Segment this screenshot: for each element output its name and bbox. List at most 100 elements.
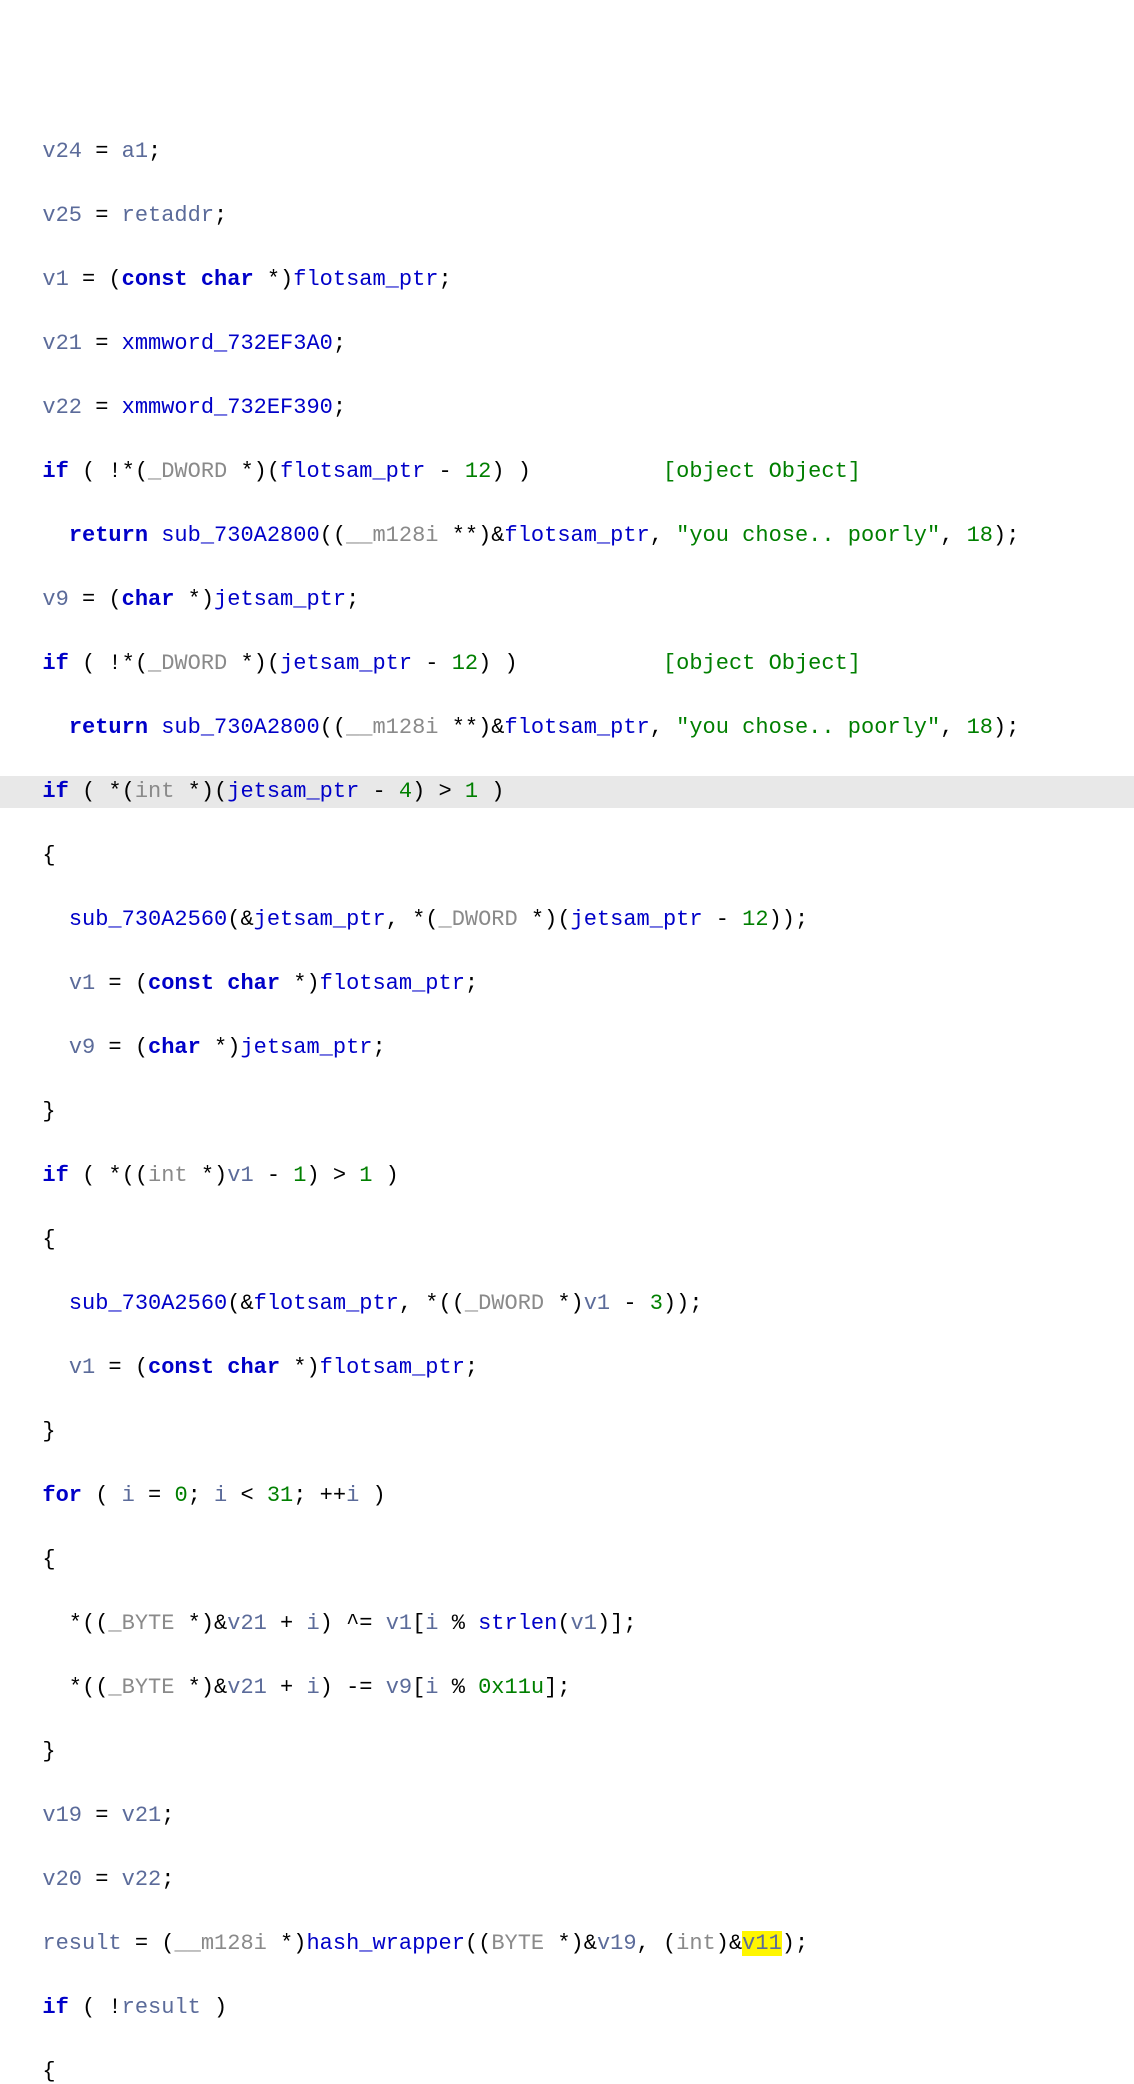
- type-cast: _DWORD: [148, 459, 227, 484]
- number-literal: 18: [967, 523, 993, 548]
- function-call: sub_730A2800: [161, 523, 319, 548]
- comment: [object Object]: [663, 651, 861, 676]
- number-literal: 12: [465, 459, 491, 484]
- identifier: jetsam_ptr: [214, 587, 346, 612]
- identifier: v21: [42, 331, 82, 356]
- identifier: jetsam_ptr: [571, 907, 703, 932]
- identifier: v9: [386, 1675, 412, 1700]
- keyword: const: [148, 1355, 214, 1380]
- identifier: jetsam_ptr: [240, 1035, 372, 1060]
- identifier: flotsam_ptr: [293, 267, 438, 292]
- identifier: flotsam_ptr: [505, 715, 650, 740]
- code-line[interactable]: sub_730A2560(&jetsam_ptr, *(_DWORD *)(je…: [0, 904, 1134, 936]
- code-line[interactable]: v1 = (const char *)flotsam_ptr;: [0, 1352, 1134, 1384]
- code-line-selected[interactable]: if ( *(int *)(jetsam_ptr - 4) > 1 ): [0, 776, 1134, 808]
- code-line[interactable]: v19 = v21;: [0, 1800, 1134, 1832]
- code-line[interactable]: *((_BYTE *)&v21 + i) ^= v1[i % strlen(v1…: [0, 1608, 1134, 1640]
- code-line[interactable]: if ( !result ): [0, 1992, 1134, 2024]
- type-cast: BYTE: [491, 1931, 544, 1956]
- keyword: char: [227, 971, 280, 996]
- identifier: v1: [584, 1291, 610, 1316]
- type-cast: int: [148, 1163, 188, 1188]
- keyword: return: [69, 715, 148, 740]
- number-literal: 3: [650, 1291, 663, 1316]
- keyword: char: [148, 1035, 201, 1060]
- identifier: v19: [42, 1803, 82, 1828]
- code-line[interactable]: if ( !*(_DWORD *)(jetsam_ptr - 12) ) [ob…: [0, 648, 1134, 680]
- identifier: i: [425, 1611, 438, 1636]
- identifier: a1: [122, 139, 148, 164]
- type-cast: int: [676, 1931, 716, 1956]
- comment: [object Object]: [663, 459, 861, 484]
- number-literal: 18: [967, 715, 993, 740]
- keyword: if: [42, 1163, 68, 1188]
- code-line[interactable]: return sub_730A2800((__m128i **)&flotsam…: [0, 520, 1134, 552]
- number-literal: 0: [174, 1483, 187, 1508]
- number-literal: 4: [399, 779, 412, 804]
- code-line[interactable]: }: [0, 1736, 1134, 1768]
- number-literal: 12: [742, 907, 768, 932]
- keyword: if: [42, 779, 68, 804]
- type-cast: _BYTE: [108, 1611, 174, 1636]
- identifier: i: [306, 1675, 319, 1700]
- string-literal: "you chose.. poorly": [676, 523, 940, 548]
- identifier: flotsam_ptr: [320, 971, 465, 996]
- identifier: i: [425, 1675, 438, 1700]
- identifier: v21: [227, 1675, 267, 1700]
- code-line[interactable]: {: [0, 1544, 1134, 1576]
- type-cast: __m128i: [346, 715, 438, 740]
- keyword: char: [201, 267, 254, 292]
- identifier: v22: [42, 395, 82, 420]
- type-cast: _BYTE: [108, 1675, 174, 1700]
- code-line[interactable]: if ( !*(_DWORD *)(flotsam_ptr - 12) ) [o…: [0, 456, 1134, 488]
- number-literal: 1: [293, 1163, 306, 1188]
- function-call: sub_730A2800: [161, 715, 319, 740]
- code-line[interactable]: result = (__m128i *)hash_wrapper((BYTE *…: [0, 1928, 1134, 1960]
- number-literal: 31: [267, 1483, 293, 1508]
- code-line[interactable]: v1 = (const char *)flotsam_ptr;: [0, 264, 1134, 296]
- identifier: flotsam_ptr: [254, 1291, 399, 1316]
- identifier: v20: [42, 1867, 82, 1892]
- code-line[interactable]: v22 = xmmword_732EF390;: [0, 392, 1134, 424]
- type-cast: __m128i: [346, 523, 438, 548]
- code-line[interactable]: v9 = (char *)jetsam_ptr;: [0, 584, 1134, 616]
- identifier: v24: [42, 139, 82, 164]
- identifier: retaddr: [122, 203, 214, 228]
- keyword: if: [42, 1995, 68, 2020]
- function-call: sub_730A2560: [69, 907, 227, 932]
- code-line[interactable]: }: [0, 1416, 1134, 1448]
- code-line[interactable]: v9 = (char *)jetsam_ptr;: [0, 1032, 1134, 1064]
- identifier: i: [306, 1611, 319, 1636]
- identifier: jetsam_ptr: [227, 779, 359, 804]
- identifier: flotsam_ptr: [320, 1355, 465, 1380]
- code-line[interactable]: *((_BYTE *)&v21 + i) -= v9[i % 0x11u];: [0, 1672, 1134, 1704]
- keyword: char: [122, 587, 175, 612]
- code-line[interactable]: v1 = (const char *)flotsam_ptr;: [0, 968, 1134, 1000]
- keyword: if: [42, 459, 68, 484]
- code-line[interactable]: v24 = a1;: [0, 136, 1134, 168]
- function-call: hash_wrapper: [306, 1931, 464, 1956]
- code-line[interactable]: v25 = retaddr;: [0, 200, 1134, 232]
- identifier: v21: [227, 1611, 267, 1636]
- identifier: i: [214, 1483, 227, 1508]
- identifier: v25: [42, 203, 82, 228]
- number-literal: 12: [452, 651, 478, 676]
- code-line[interactable]: if ( *((int *)v1 - 1) > 1 ): [0, 1160, 1134, 1192]
- code-line[interactable]: v21 = xmmword_732EF3A0;: [0, 328, 1134, 360]
- code-line[interactable]: sub_730A2560(&flotsam_ptr, *((_DWORD *)v…: [0, 1288, 1134, 1320]
- identifier: v1: [386, 1611, 412, 1636]
- identifier: jetsam_ptr: [254, 907, 386, 932]
- code-line[interactable]: {: [0, 1224, 1134, 1256]
- keyword: const: [122, 267, 188, 292]
- keyword: char: [227, 1355, 280, 1380]
- code-line[interactable]: {: [0, 840, 1134, 872]
- code-line[interactable]: return sub_730A2800((__m128i **)&flotsam…: [0, 712, 1134, 744]
- function-call: strlen: [478, 1611, 557, 1636]
- code-line[interactable]: v20 = v22;: [0, 1864, 1134, 1896]
- function-call: sub_730A2560: [69, 1291, 227, 1316]
- code-line[interactable]: }: [0, 1096, 1134, 1128]
- code-line[interactable]: {: [0, 2056, 1134, 2084]
- code-line[interactable]: for ( i = 0; i < 31; ++i ): [0, 1480, 1134, 1512]
- type-cast: int: [135, 779, 175, 804]
- keyword: const: [148, 971, 214, 996]
